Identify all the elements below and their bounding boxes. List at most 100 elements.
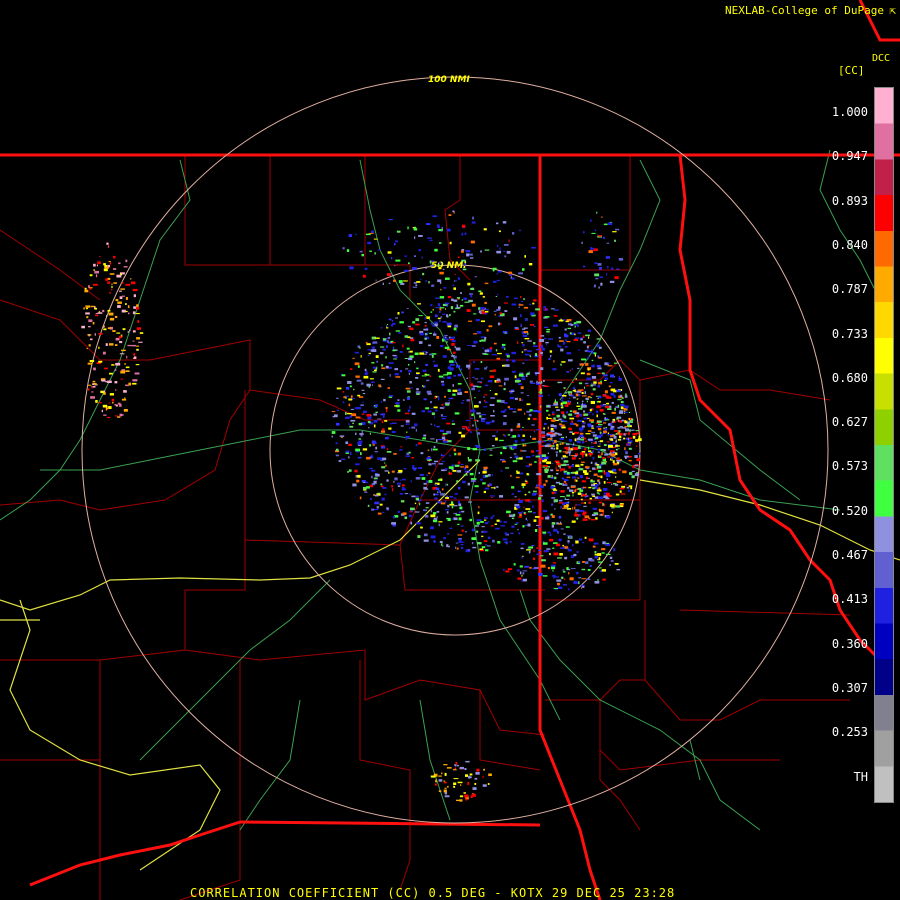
echo-pixel — [384, 470, 389, 472]
echo-pixel — [597, 367, 602, 370]
echo-pixel — [545, 467, 548, 470]
echo-pixel — [392, 349, 396, 352]
echo-pixel — [461, 541, 465, 543]
echo-pixel — [375, 446, 378, 450]
echo-pixel — [111, 398, 115, 402]
echo-pixel — [366, 343, 371, 346]
echo-pixel — [610, 392, 615, 395]
echo-pixel — [371, 454, 373, 457]
echo-pixel — [456, 307, 461, 309]
echo-pixel — [453, 505, 458, 507]
echo-pixel — [478, 310, 482, 314]
echo-pixel — [483, 228, 487, 231]
echo-pixel — [453, 327, 457, 331]
echo-pixel — [504, 332, 507, 334]
echo-pixel — [460, 466, 464, 468]
echo-pixel — [461, 434, 466, 438]
echo-pixel — [433, 540, 436, 543]
echo-pixel — [578, 349, 580, 351]
echo-pixel — [376, 360, 378, 363]
echo-pixel — [429, 239, 433, 241]
echo-pixel — [531, 450, 534, 453]
echo-pixel — [381, 466, 386, 469]
echo-pixel — [561, 361, 566, 363]
echo-pixel — [442, 339, 445, 342]
echo-pixel — [136, 337, 140, 340]
echo-pixel — [491, 420, 495, 422]
echo-pixel — [125, 297, 128, 300]
echo-pixel — [108, 312, 114, 316]
echo-pixel — [421, 410, 425, 413]
echo-pixel — [123, 266, 128, 268]
echo-pixel — [367, 420, 371, 424]
echo-pixel — [331, 431, 336, 434]
echo-pixel — [385, 356, 387, 359]
echo-pixel — [541, 344, 543, 347]
echo-pixel — [582, 420, 585, 423]
echo-pixel — [632, 465, 635, 469]
echo-pixel — [474, 485, 479, 488]
echo-pixel — [527, 350, 532, 352]
echo-pixel — [509, 408, 514, 410]
echo-pixel — [524, 318, 528, 322]
legend-tick: 0.680 — [831, 370, 868, 385]
external-link-icon[interactable]: ⇱ — [889, 4, 896, 17]
echo-pixel — [560, 528, 564, 530]
echo-pixel — [582, 405, 587, 408]
echo-pixel — [355, 448, 361, 452]
echo-pixel — [125, 283, 131, 286]
echo-pixel — [336, 422, 340, 426]
echo-pixel — [503, 569, 505, 571]
echo-pixel — [527, 510, 532, 513]
echo-pixel — [559, 443, 562, 445]
echo-pixel — [117, 301, 122, 304]
echo-pixel — [452, 393, 456, 396]
echo-pixel — [504, 310, 508, 312]
echo-pixel — [470, 240, 475, 244]
echo-pixel — [510, 428, 513, 432]
echo-pixel — [567, 501, 570, 503]
echo-pixel — [510, 532, 514, 534]
echo-pixel — [452, 470, 457, 472]
echo-pixel — [571, 492, 575, 494]
echo-pixel — [354, 362, 360, 366]
echo-pixel — [578, 581, 580, 585]
echo-pixel — [397, 510, 400, 513]
echo-pixel — [359, 496, 362, 500]
echo-pixel — [462, 399, 465, 402]
echo-pixel — [609, 556, 613, 559]
echo-pixel — [385, 338, 388, 341]
echo-pixel — [495, 437, 498, 441]
echo-pixel — [367, 416, 372, 420]
echo-pixel — [592, 388, 596, 391]
echo-pixel — [474, 276, 477, 278]
echo-pixel — [566, 371, 569, 373]
echo-pixel — [484, 522, 488, 525]
echo-pixel — [132, 357, 136, 359]
echo-pixel — [392, 515, 395, 519]
echo-pixel — [133, 294, 136, 298]
echo-pixel — [391, 320, 394, 322]
echo-pixel — [579, 432, 584, 435]
echo-pixel — [446, 544, 449, 548]
echo-pixel — [582, 561, 585, 563]
echo-pixel — [457, 781, 463, 784]
echo-pixel — [590, 392, 594, 396]
echo-pixel — [613, 430, 619, 432]
echo-pixel — [445, 509, 449, 511]
echo-pixel — [519, 513, 522, 517]
echo-pixel — [532, 505, 534, 508]
echo-pixel — [516, 522, 519, 524]
echo-pixel — [453, 517, 458, 521]
echo-pixel — [599, 408, 604, 412]
credit-label[interactable]: NEXLAB-College of DuPage — [725, 4, 884, 17]
echo-pixel — [418, 235, 423, 237]
echo-pixel — [593, 442, 596, 445]
echo-pixel — [575, 392, 577, 394]
echo-pixel — [405, 437, 407, 441]
echo-pixel — [434, 783, 437, 786]
echo-pixel — [362, 448, 368, 451]
echo-pixel — [418, 341, 423, 344]
echo-pixel — [374, 501, 380, 505]
echo-pixel — [393, 480, 395, 483]
